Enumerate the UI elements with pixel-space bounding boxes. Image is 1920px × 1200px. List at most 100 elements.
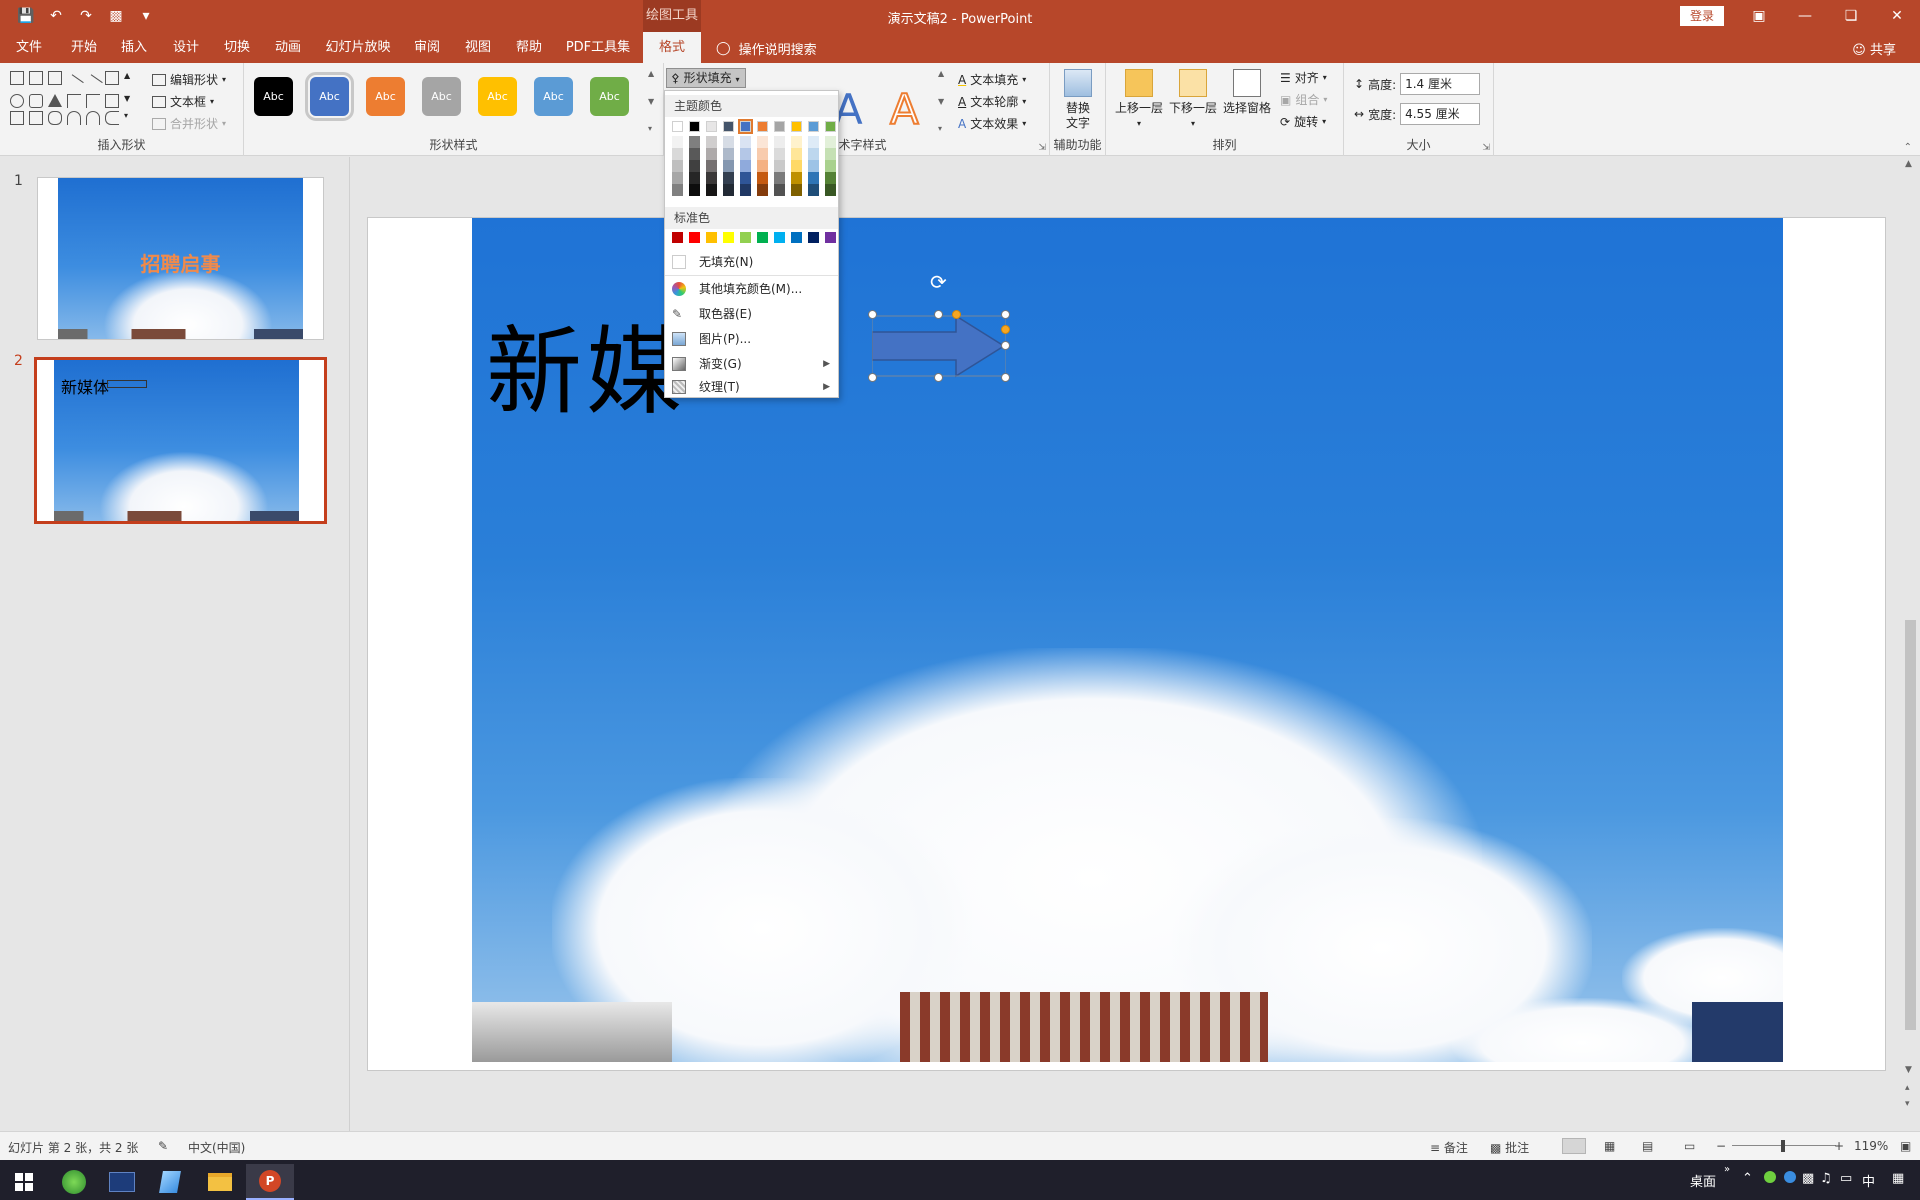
color-swatch[interactable] (689, 160, 700, 172)
triangle-shape-icon[interactable] (48, 94, 62, 107)
text-effects-button[interactable]: A 文本效果 ▾ (958, 115, 1026, 132)
color-swatch[interactable] (738, 119, 753, 134)
scribble-shape-icon[interactable] (48, 111, 62, 125)
color-swatch[interactable] (689, 136, 700, 148)
more-fill-colors-item[interactable]: 其他填充颜色(M)... (665, 277, 838, 301)
color-swatch[interactable] (706, 184, 717, 196)
slide-info[interactable]: 幻灯片 第 2 张，共 2 张 (8, 1139, 138, 1156)
width-input[interactable]: 4.55 厘米 (1400, 103, 1481, 125)
standard-color-swatch[interactable] (757, 232, 768, 243)
color-swatch[interactable] (689, 184, 700, 196)
arrow-line-shape-icon[interactable] (83, 74, 103, 94)
color-swatch[interactable] (808, 136, 819, 148)
color-swatch[interactable] (706, 121, 717, 132)
elbow-arrow-shape-icon[interactable] (86, 94, 100, 108)
color-swatch[interactable] (825, 136, 836, 148)
tab-view[interactable]: 视图 (462, 32, 494, 63)
color-swatch[interactable] (672, 172, 683, 184)
resize-handle[interactable] (1001, 310, 1010, 319)
resize-handle[interactable] (1001, 341, 1010, 350)
style-swatch[interactable]: Abc (590, 77, 629, 116)
desktop-toolbar-label[interactable]: 桌面 (1690, 1171, 1716, 1190)
save-icon[interactable]: 💾 (16, 6, 36, 26)
color-swatch[interactable] (723, 160, 734, 172)
dialog-launcher-icon[interactable]: ⇲ (1482, 143, 1490, 153)
more-icon[interactable]: ▾ (648, 124, 660, 133)
tab-home[interactable]: 开始 (68, 32, 100, 63)
brace-shape-icon[interactable] (105, 111, 119, 125)
color-swatch[interactable] (740, 172, 751, 184)
rotate-handle-icon[interactable]: ⟳ (930, 270, 947, 294)
merge-shapes-button[interactable]: 合并形状 ▾ (152, 115, 226, 132)
picture-fill-item[interactable]: 图片(P)... (665, 327, 838, 351)
dialog-launcher-icon[interactable]: ⇲ (1038, 143, 1046, 153)
curve-shape-icon[interactable] (86, 111, 100, 125)
color-swatch[interactable] (791, 136, 802, 148)
scroll-down-icon[interactable]: ▼ (124, 94, 138, 108)
color-swatch[interactable] (774, 184, 785, 196)
color-swatch[interactable] (825, 184, 836, 196)
tray-app-icon[interactable] (1764, 1171, 1776, 1187)
minimize-icon[interactable]: — (1782, 0, 1828, 32)
color-swatch[interactable] (689, 172, 700, 184)
standard-color-swatch[interactable] (774, 232, 785, 243)
slideshow-icon[interactable]: ▭ (1684, 1139, 1695, 1153)
color-swatch[interactable] (723, 121, 734, 132)
color-swatch[interactable] (757, 184, 768, 196)
style-swatch[interactable]: Abc (478, 77, 517, 116)
bring-forward-button[interactable]: 上移一层 ▾ (1114, 69, 1164, 131)
notes-button[interactable]: ≡ 备注 (1430, 1139, 1468, 1156)
eyedropper-item[interactable]: ✎ 取色器(E) (665, 302, 838, 326)
resize-handle[interactable] (868, 310, 877, 319)
zoom-level[interactable]: 119% (1854, 1139, 1888, 1153)
slide-thumbnail-2[interactable]: 新媒体 (34, 357, 327, 524)
color-swatch[interactable] (672, 121, 683, 132)
shapes-gallery[interactable]: ▲ ▼ ▾ (10, 71, 140, 125)
color-swatch[interactable] (808, 184, 819, 196)
share-button[interactable]: ☺ 共享 (1852, 39, 1896, 58)
collapse-ribbon-icon[interactable]: ⌃ (1904, 142, 1912, 153)
language-indicator[interactable]: 中文(中国) (188, 1139, 245, 1156)
resize-handle[interactable] (934, 373, 943, 382)
oval-shape-icon[interactable] (10, 94, 24, 108)
wordart-gallery-scroll[interactable]: ▲ ▼ ▾ (938, 69, 950, 133)
scroll-up-icon[interactable]: ▲ (124, 71, 138, 85)
no-fill-item[interactable]: 无填充(N) (665, 250, 838, 274)
next-slide-icon[interactable]: ▾ (1905, 1099, 1910, 1109)
slide-thumbnail-1[interactable]: 招聘启事 (37, 177, 324, 340)
ime-mode-icon[interactable]: ▦ (1892, 1171, 1904, 1186)
color-swatch[interactable] (723, 184, 734, 196)
style-swatch[interactable]: Abc (534, 77, 573, 116)
selection-pane-button[interactable]: 选择窗格 (1222, 69, 1272, 116)
tab-pdf-tools[interactable]: PDF工具集 (564, 32, 632, 63)
undo-icon[interactable]: ↶ (46, 6, 66, 26)
color-swatch[interactable] (825, 121, 836, 132)
volume-icon[interactable]: ♫ (1820, 1171, 1832, 1186)
color-swatch[interactable] (774, 172, 785, 184)
texture-fill-item[interactable]: 纹理(T) ▶ (665, 375, 838, 399)
standard-color-swatch[interactable] (740, 232, 751, 243)
color-swatch[interactable] (723, 148, 734, 160)
color-swatch[interactable] (808, 160, 819, 172)
zoom-in-icon[interactable]: + (1834, 1139, 1844, 1153)
chevron-down-icon[interactable]: ▼ (648, 97, 660, 106)
alt-text-button[interactable]: 替换 文字 (1060, 69, 1096, 131)
chevron-down-icon[interactable]: ▼ (938, 97, 950, 106)
color-swatch[interactable] (723, 172, 734, 184)
color-swatch[interactable] (740, 160, 751, 172)
standard-color-swatch[interactable] (706, 232, 717, 243)
customize-qat-icon[interactable]: ▾ (136, 6, 156, 26)
color-swatch[interactable] (740, 148, 751, 160)
color-swatch[interactable] (723, 136, 734, 148)
standard-color-swatch[interactable] (825, 232, 836, 243)
tab-design[interactable]: 设计 (170, 32, 202, 63)
color-swatch[interactable] (689, 148, 700, 160)
style-gallery-scroll[interactable]: ▲ ▼ ▾ (648, 69, 660, 133)
color-swatch[interactable] (706, 160, 717, 172)
color-swatch[interactable] (672, 184, 683, 196)
color-swatch[interactable] (757, 172, 768, 184)
text-outline-button[interactable]: A 文本轮廓 ▾ (958, 93, 1026, 110)
spellcheck-icon[interactable]: ✎ (158, 1139, 168, 1153)
start-from-beginning-icon[interactable]: ▩ (106, 6, 126, 26)
shape-fill-button[interactable]: ⚴ 形状填充 ▾ (666, 68, 746, 88)
